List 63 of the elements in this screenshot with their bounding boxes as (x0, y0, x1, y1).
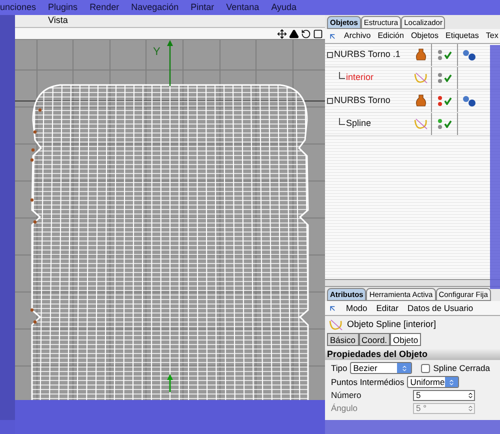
dropdown-arrow-icon (400, 364, 408, 372)
object-title: Objeto Spline [interior] (347, 318, 436, 331)
dropdown-value: Bezier (352, 364, 378, 372)
menu-item[interactable]: Render (90, 0, 120, 14)
vase-icon (415, 48, 427, 62)
menu-item[interactable]: Datos de Usuario (407, 302, 474, 314)
collapse-icon[interactable] (327, 98, 333, 104)
object-name[interactable]: Spline (346, 117, 372, 131)
dropdown[interactable]: Bezier (350, 362, 412, 374)
object-name[interactable]: interior (346, 71, 374, 85)
viewport-title: Vista (48, 14, 68, 28)
subtab[interactable]: Coord. (358, 333, 390, 346)
spline-icon (328, 318, 344, 332)
menu-item[interactable]: Etiquetas (446, 30, 479, 42)
menu-item[interactable]: Navegación (131, 0, 179, 14)
branch-line (339, 118, 345, 124)
spinner-icon[interactable] (467, 392, 474, 399)
check-icon[interactable] (444, 74, 452, 82)
subtab[interactable]: Básico (327, 333, 359, 346)
check-icon[interactable] (444, 97, 452, 105)
field-label: Tipo (331, 362, 348, 374)
object-name[interactable]: NURBS Torno (334, 94, 390, 108)
spline-icon (413, 71, 429, 85)
field-label: Ángulo (330, 402, 358, 415)
section-title: Propiedades del Objeto (327, 348, 428, 361)
menu-item[interactable]: Tex (486, 30, 498, 42)
menu-item[interactable]: unciones (0, 0, 36, 14)
menu-item[interactable]: Modo (346, 302, 368, 314)
number-field[interactable]: 5 (413, 390, 475, 401)
subtab[interactable]: Objeto (390, 333, 422, 346)
menu-item[interactable]: Objetos (410, 30, 439, 42)
menu-item[interactable]: Archivo (344, 30, 371, 42)
checkbox[interactable] (421, 364, 430, 372)
menu-item[interactable]: Editar (376, 302, 398, 314)
check-icon[interactable] (444, 51, 452, 59)
dropdown[interactable]: Uniforme (407, 376, 460, 388)
triangle-icon[interactable] (289, 28, 299, 38)
pointer-icon[interactable] (328, 304, 337, 312)
menu-item[interactable]: Ayuda (271, 0, 297, 14)
pointer-icon[interactable] (328, 32, 337, 40)
rotate-icon[interactable] (301, 28, 311, 38)
check-icon[interactable] (444, 120, 452, 128)
maximize-icon[interactable] (313, 28, 323, 38)
branch-line (339, 72, 345, 78)
field-value: 5 (415, 391, 422, 400)
object-name[interactable]: NURBS Torno .1 (334, 48, 400, 62)
field-label: Puntos Intermédios (331, 376, 404, 388)
menu-item[interactable]: Plugins (48, 0, 78, 14)
collapse-icon[interactable] (327, 52, 333, 58)
vase-icon (415, 94, 427, 108)
axis-label: Y (153, 45, 160, 60)
y-axis-arrow (166, 40, 174, 86)
menu-item[interactable]: Ventana (226, 0, 260, 14)
field-value: 5 ° (415, 404, 428, 413)
menu-item[interactable]: Edición (378, 30, 404, 42)
move-icon[interactable] (277, 28, 287, 38)
spline-icon (413, 117, 429, 131)
checkbox-label: Spline Cerrada (433, 362, 490, 374)
menu-item[interactable]: Pintar (190, 0, 214, 14)
dropdown-arrow-icon (448, 378, 455, 386)
axis-arrow (166, 374, 174, 392)
field-label: Número (330, 389, 362, 402)
dropdown-value: Uniforme (409, 378, 445, 386)
